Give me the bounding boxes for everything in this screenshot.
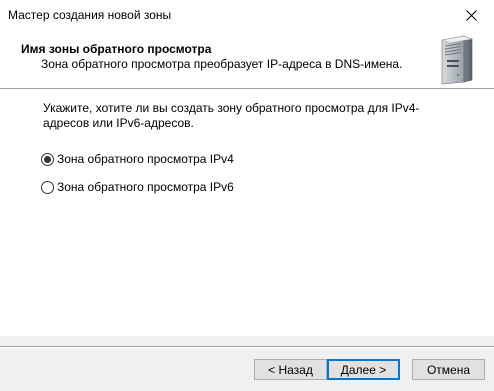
radio-button-ipv4[interactable] (41, 152, 54, 166)
radio-option-ipv6[interactable]: Зона обратного просмотра IPv6 (41, 180, 234, 194)
wizard-window: Мастер создания новой зоны Имя зоны обра… (0, 0, 494, 391)
radio-label-ipv4: Зона обратного просмотра IPv4 (57, 152, 234, 166)
close-icon (465, 9, 477, 21)
page-subtitle: Зона обратного просмотра преобразует IP-… (41, 57, 403, 71)
radio-label-ipv6: Зона обратного просмотра IPv6 (57, 180, 234, 194)
wizard-content: Укажите, хотите ли вы создать зону обрат… (0, 90, 494, 336)
next-button[interactable]: Далее > (327, 359, 400, 380)
close-button[interactable] (448, 0, 494, 30)
server-icon (441, 35, 473, 85)
wizard-header: Имя зоны обратного просмотра Зона обратн… (0, 30, 494, 88)
page-title: Имя зоны обратного просмотра (21, 42, 212, 56)
radio-button-ipv6[interactable] (41, 180, 54, 194)
title-bar: Мастер создания новой зоны (0, 0, 494, 30)
instruction-text: Укажите, хотите ли вы создать зону обрат… (43, 101, 420, 130)
cancel-button[interactable]: Отмена (412, 359, 485, 380)
back-button[interactable]: < Назад (254, 359, 327, 380)
window-title: Мастер создания новой зоны (8, 8, 172, 22)
radio-option-ipv4[interactable]: Зона обратного просмотра IPv4 (41, 152, 234, 166)
footer-separator (0, 346, 494, 348)
